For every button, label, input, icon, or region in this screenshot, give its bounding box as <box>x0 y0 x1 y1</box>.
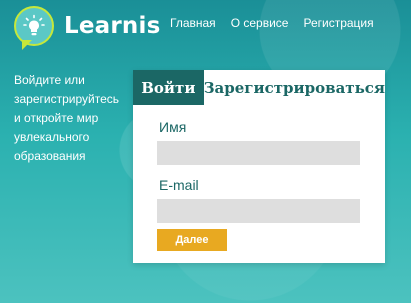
lightbulb-icon <box>14 6 54 46</box>
tab-login[interactable]: Войти <box>133 70 204 105</box>
main-nav: Главная О сервисе Регистрация <box>170 16 374 30</box>
email-input[interactable] <box>157 199 360 223</box>
brand-name: Learnis <box>64 13 161 39</box>
nav-about[interactable]: О сервисе <box>231 16 289 30</box>
lightbulb-glyph <box>23 14 45 36</box>
promo-text: Войдите или зарегистрируйтесь и откройте… <box>14 73 120 163</box>
next-button[interactable]: Далее <box>157 229 227 251</box>
logo[interactable]: Learnis <box>14 6 160 46</box>
name-label: Имя <box>159 119 187 135</box>
auth-card: Войти Зарегистрироваться Имя E-mail Дале… <box>133 70 385 263</box>
email-label: E-mail <box>159 177 199 193</box>
nav-home[interactable]: Главная <box>170 16 216 30</box>
auth-tabs: Войти Зарегистрироваться <box>133 70 385 105</box>
login-form: Имя E-mail Далее <box>133 105 385 251</box>
tab-register[interactable]: Зарегистрироваться <box>203 70 385 105</box>
nav-registration[interactable]: Регистрация <box>303 16 373 30</box>
name-input[interactable] <box>157 141 360 165</box>
